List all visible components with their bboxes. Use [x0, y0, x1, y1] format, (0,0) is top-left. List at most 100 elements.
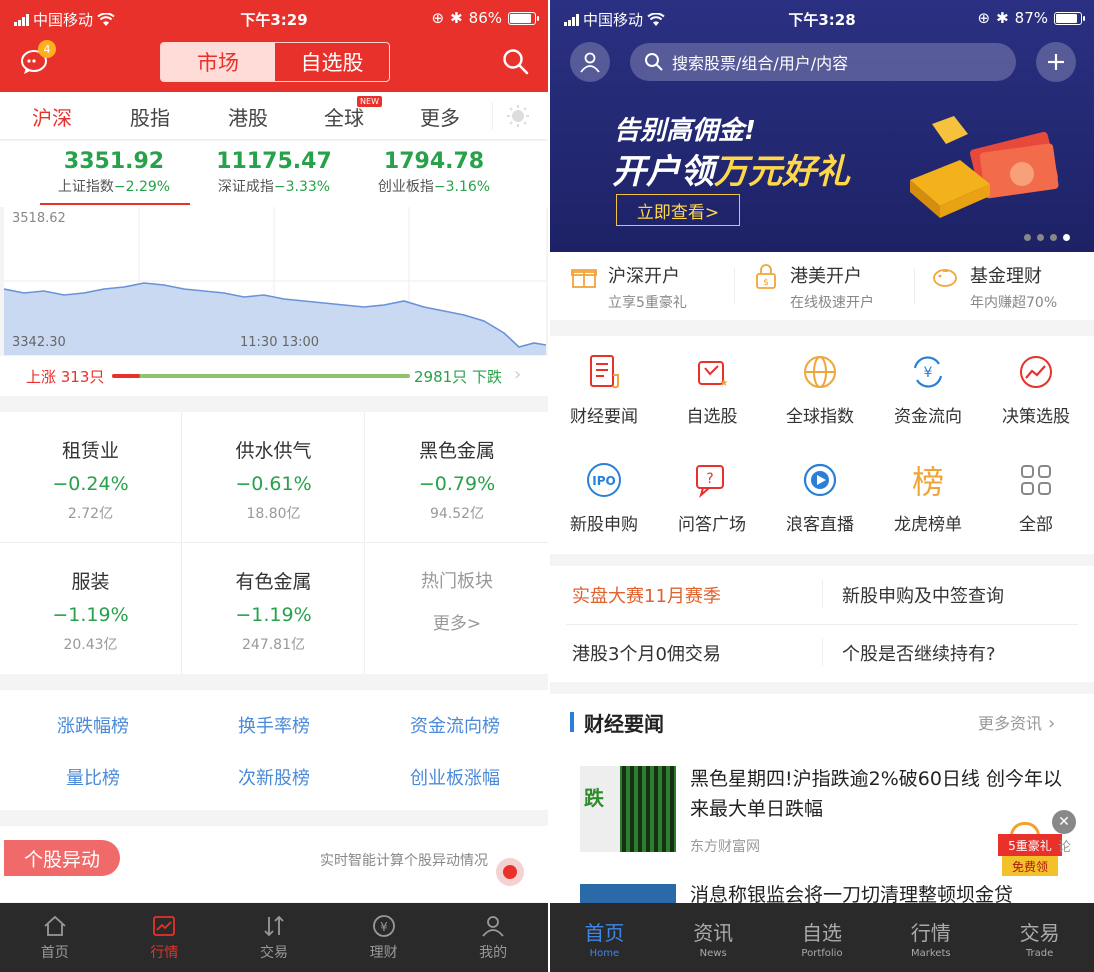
nav-markets[interactable]: 行情 Markets — [876, 903, 985, 972]
record-button[interactable] — [496, 858, 524, 886]
grid-capital-flow[interactable]: ¥ 资金流向 — [874, 350, 982, 427]
chart-top-label: 3518.62 — [12, 211, 66, 226]
open-title: 基金理财 — [970, 266, 1042, 287]
nav-sublabel: Portfolio — [801, 947, 843, 959]
sector-cell[interactable]: 服装 −1.19% 20.43亿 — [0, 543, 182, 674]
intraday-chart[interactable]: 3518.62 3342.30 11:30 13:00 — [3, 207, 547, 355]
nav-label: 资讯 — [693, 920, 734, 945]
nav-sublabel: Home — [589, 947, 620, 959]
nav-home[interactable]: 首页 — [0, 903, 110, 972]
banner-cta-button[interactable]: 立即查看> — [616, 194, 740, 226]
index-value: 11175.47 — [216, 149, 332, 174]
grid-label: 财经要闻 — [570, 407, 638, 427]
sector-cell[interactable]: 供水供气 −0.61% 18.80亿 — [183, 412, 365, 543]
open-hushen[interactable]: 沪深开户 立享5重豪礼 — [570, 262, 687, 312]
sector-cell[interactable]: 租赁业 −0.24% 2.72亿 — [0, 412, 182, 543]
record-dot-icon — [503, 865, 517, 879]
nav-label: 首页 — [40, 944, 69, 961]
sector-name: 服装 — [71, 571, 110, 593]
promo-links: 实盘大赛11月赛季 新股申购及中签查询 港股3个月0佣交易 个股是否继续持有? — [550, 566, 1094, 682]
rank-link[interactable]: 换手率榜 — [183, 712, 365, 738]
user-icon — [580, 52, 600, 73]
grid-live[interactable]: 浪客直播 — [766, 458, 874, 535]
search-input[interactable]: 搜索股票/组合/用户/内容 — [630, 43, 1016, 81]
add-button[interactable] — [1036, 42, 1076, 82]
news-item-source: 东方财富网 — [690, 839, 760, 855]
nav-trade[interactable]: 交易 Trade — [985, 903, 1094, 972]
segment-market[interactable]: 市场 — [161, 43, 275, 81]
pager-dot — [1024, 234, 1031, 241]
grid-qa[interactable]: ? 问答广场 — [658, 458, 766, 535]
tab-index[interactable]: 股指 — [130, 92, 170, 140]
rank-link[interactable]: 量比榜 — [2, 764, 184, 790]
rank-link[interactable]: 次新股榜 — [183, 764, 365, 790]
grid-watchlist[interactable]: ★ 自选股 — [658, 350, 766, 427]
index-name: 深证成指 — [217, 179, 274, 195]
chart-icon — [153, 915, 176, 936]
tab-global[interactable]: 全球 NEW — [324, 92, 382, 140]
rank-link[interactable]: 涨跌幅榜 — [2, 712, 184, 738]
index-cyb[interactable]: 1794.78 创业板指−3.16% — [344, 149, 524, 196]
sector-amount: 18.80亿 — [246, 506, 301, 522]
globe-icon — [804, 356, 836, 388]
news-more-link[interactable]: 更多资讯 › — [978, 710, 1055, 734]
nav-label: 理财 — [369, 944, 398, 961]
search-icon[interactable] — [502, 48, 530, 76]
status-bar: 中国移动 下午3:29 ⊕ ✱ 86% — [0, 0, 548, 36]
rank-link[interactable]: 资金流向榜 — [364, 712, 546, 738]
grid-label: 全部 — [1019, 515, 1053, 535]
open-fund[interactable]: 基金理财 年内赚超70% — [930, 262, 1057, 312]
home-icon — [44, 915, 66, 936]
segment-watchlist[interactable]: 自选股 — [275, 43, 389, 81]
index-sz[interactable]: 11175.47 深证成指−3.33% — [184, 149, 364, 196]
close-icon[interactable]: ✕ — [1052, 810, 1076, 834]
grid-ipo[interactable]: IPO 新股申购 — [550, 458, 658, 535]
rank-link[interactable]: 创业板涨幅 — [364, 764, 546, 790]
news-thumbnail[interactable]: 跌 — [580, 766, 676, 852]
promo-link[interactable]: 新股申购及中签查询 — [842, 582, 1004, 608]
grid-news[interactable]: 财经要闻 — [550, 350, 658, 427]
promo-link[interactable]: 实盘大赛11月赛季 — [572, 582, 721, 608]
promo-banner[interactable]: 中国移动 下午3:28 ⊕ ✱ 87% 搜索股票/组合/用户/内容 告别高佣金!… — [550, 0, 1094, 252]
grid-decision[interactable]: 决策选股 — [982, 350, 1090, 427]
banner-line1: 告别高佣金! — [614, 116, 756, 146]
sector-cell[interactable]: 黑色金属 −0.79% 94.52亿 — [366, 412, 548, 543]
advance-decline-bar[interactable]: 上涨 313只 2981只 下跌 › — [0, 356, 548, 396]
nav-me[interactable]: 我的 — [438, 903, 548, 972]
sector-cell[interactable]: 有色金属 −1.19% 247.81亿 — [183, 543, 365, 674]
nav-wealth[interactable]: ¥ 理财 — [329, 903, 439, 972]
tab-hushen[interactable]: 沪深 — [32, 92, 72, 140]
nav-news[interactable]: 资讯 News — [659, 903, 768, 972]
news-item-title[interactable]: 黑色星期四!沪指跌逾2%破60日线 创今年以来最大单日跌幅 — [690, 764, 1080, 824]
nav-sublabel: Trade — [1025, 947, 1054, 959]
index-sh[interactable]: 3351.92 上证指数−2.29% — [24, 149, 204, 196]
tab-hk[interactable]: 港股 — [228, 92, 268, 140]
index-change: −2.29% — [113, 179, 171, 195]
promo-link[interactable]: 个股是否继续持有? — [842, 640, 996, 666]
sun-icon[interactable] — [506, 104, 530, 128]
stock-movers[interactable]: 个股异动 实时智能计算个股异动情况 — [0, 826, 548, 902]
nav-market[interactable]: 行情 — [110, 903, 220, 972]
grid-global-index[interactable]: 全球指数 — [766, 350, 874, 427]
grid-label: 资金流向 — [894, 407, 962, 427]
bottom-nav: 首页 行情 交易 ¥ 理财 我的 — [0, 903, 548, 972]
open-hk-us[interactable]: $ 港美开户 在线极速开户 — [752, 262, 874, 312]
banner-line2-b: 万元好礼 — [714, 152, 850, 192]
index-name: 上证指数 — [57, 179, 114, 195]
nav-home[interactable]: 首页 Home — [550, 903, 659, 972]
nav-label: 我的 — [479, 944, 508, 961]
user-icon — [482, 915, 504, 937]
profile-button[interactable] — [570, 42, 610, 82]
nav-portfolio[interactable]: 自选 Portfolio — [768, 903, 877, 972]
hot-sectors-cell[interactable]: 热门板块 更多> — [366, 543, 548, 674]
promo-link[interactable]: 港股3个月0佣交易 — [572, 640, 721, 666]
tab-more[interactable]: 更多 — [420, 92, 460, 140]
nav-trade[interactable]: 交易 — [219, 903, 329, 972]
nav-label: 行情 — [150, 944, 179, 961]
battery-icon — [508, 11, 539, 25]
sector-grid: 租赁业 −0.24% 2.72亿 供水供气 −0.61% 18.80亿 黑色金属 −0.7… — [0, 412, 548, 674]
nav-label: 行情 — [910, 920, 951, 945]
grid-all[interactable]: 全部 — [982, 458, 1090, 535]
message-button[interactable]: 4 — [20, 40, 56, 80]
grid-dragon-tiger[interactable]: 榜 龙虎榜单 — [874, 458, 982, 535]
